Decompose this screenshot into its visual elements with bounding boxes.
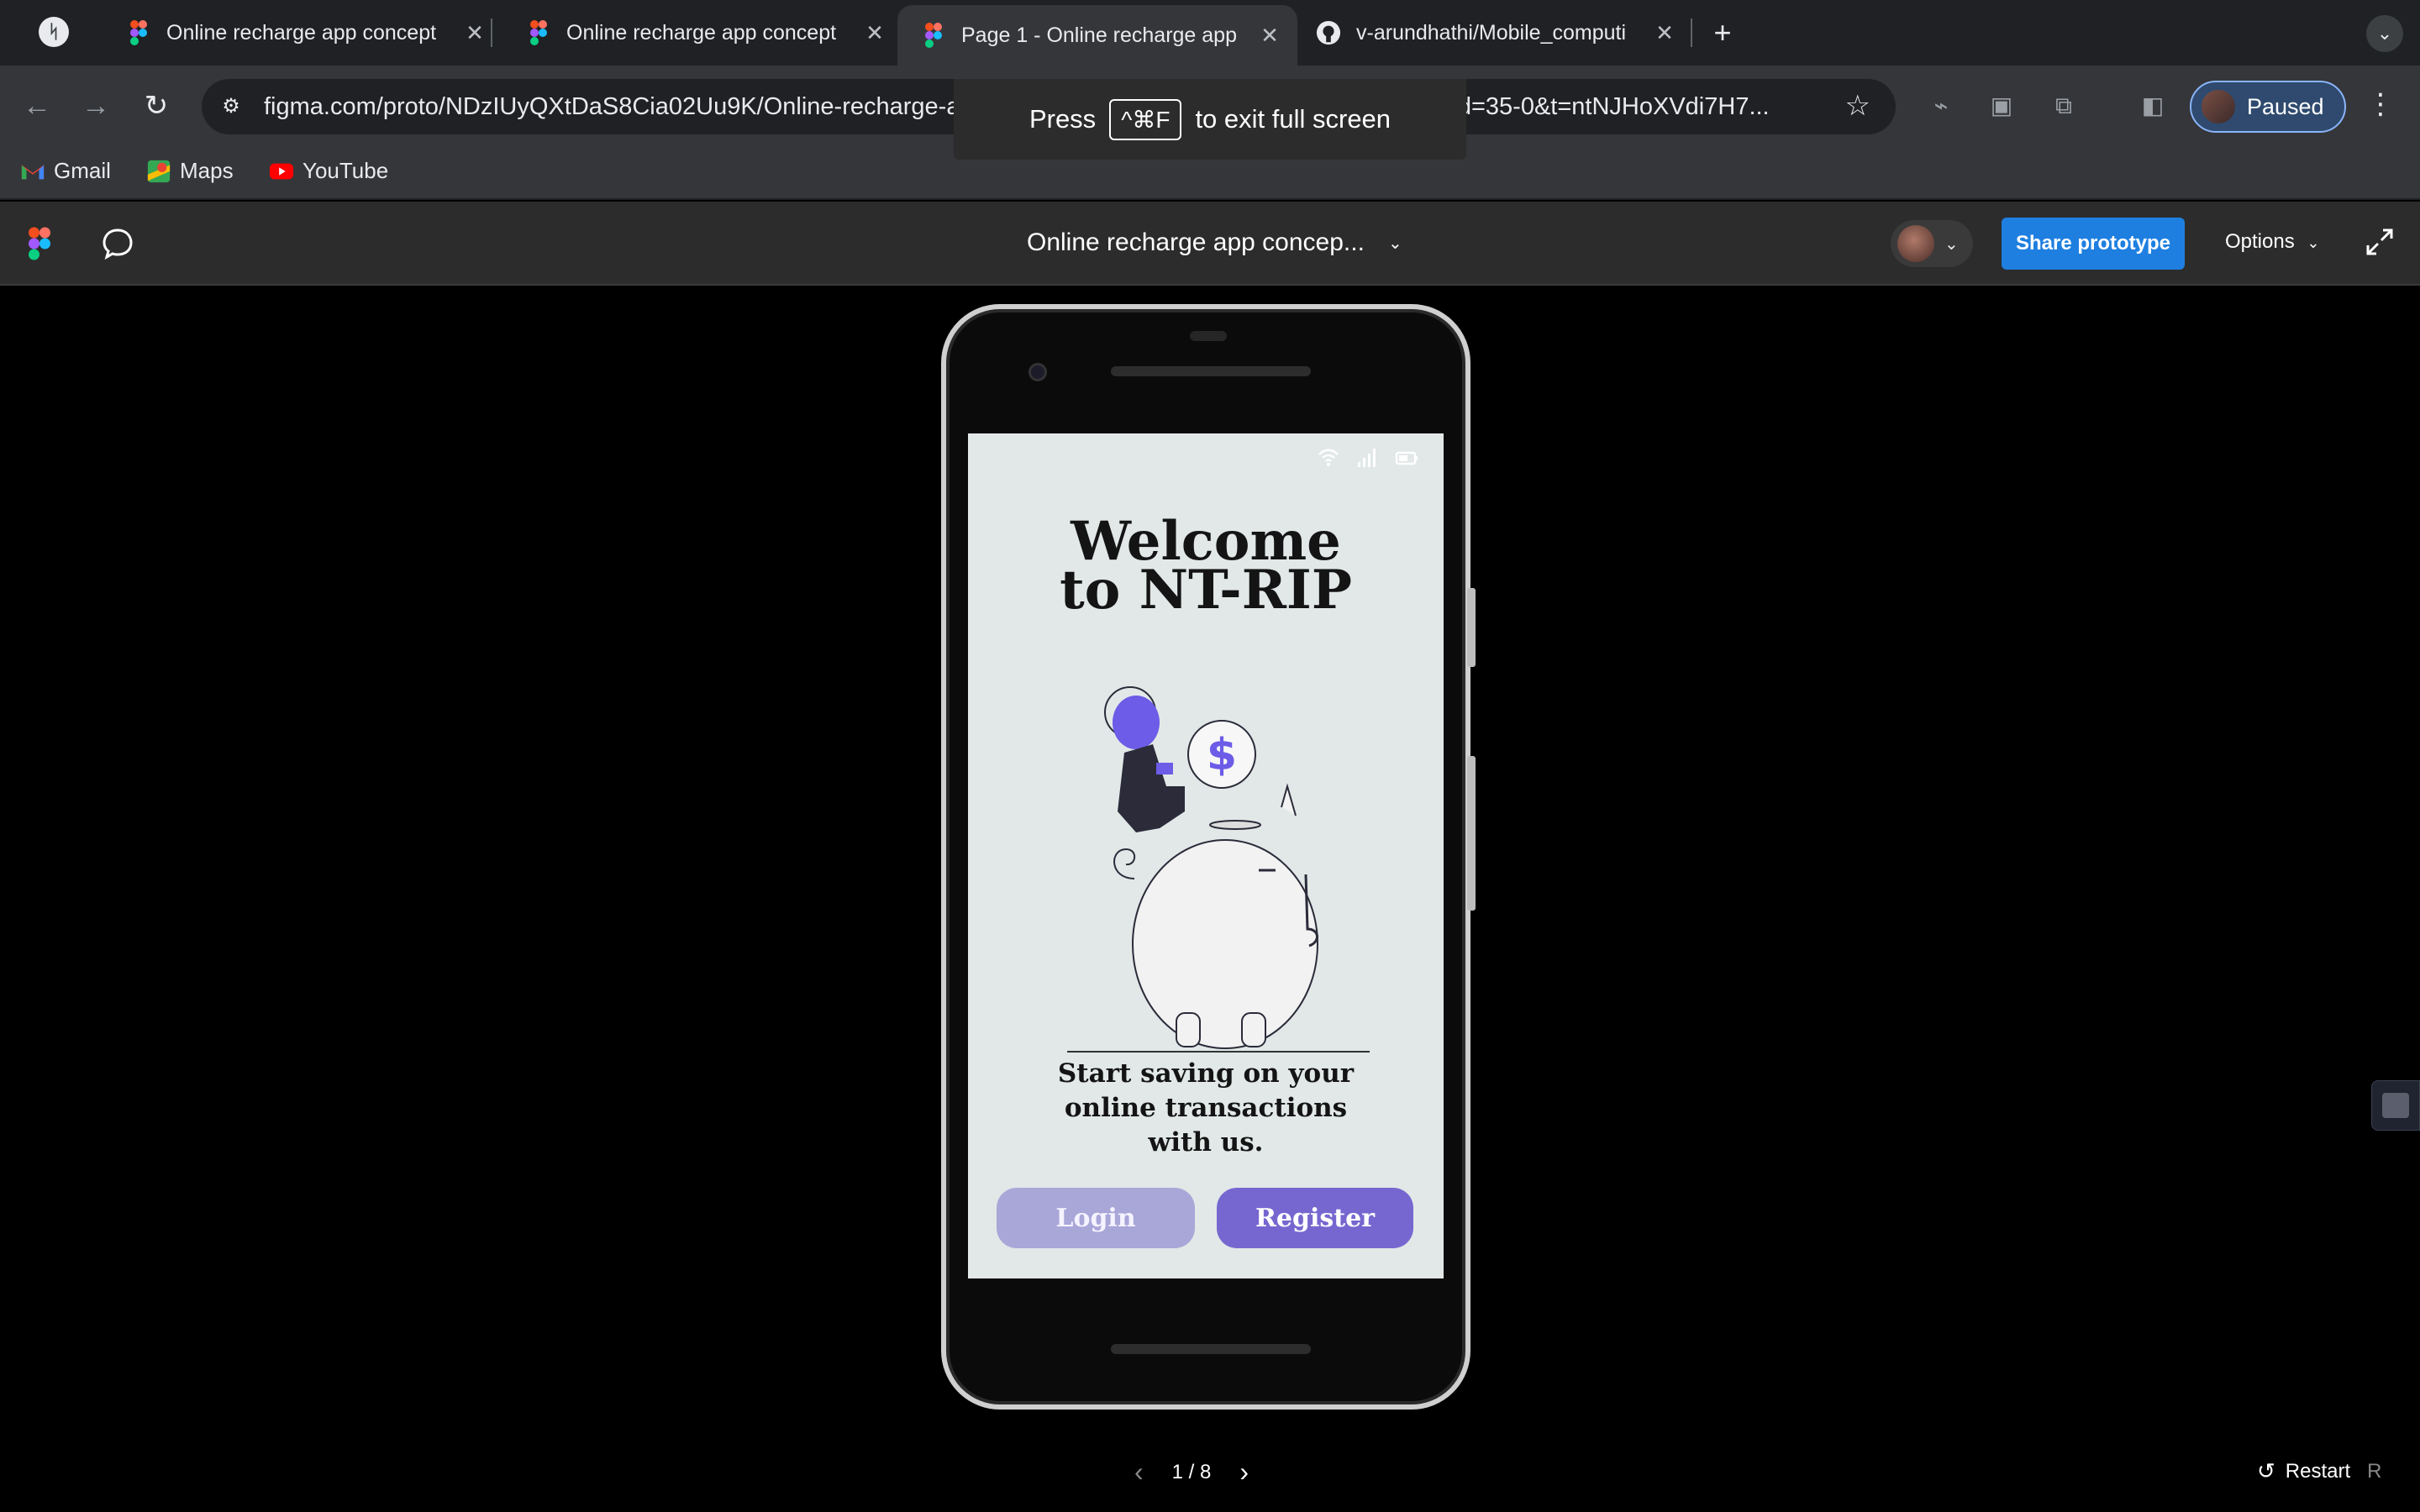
restart-shortcut: R [2367,1459,2382,1483]
fullscreen-notice: Press ^⌘F to exit full screen [954,79,1466,160]
phone-side-button [1467,588,1476,667]
notice-rest: to exit full screen [1195,104,1392,134]
tagline: Start saving on your online transactions… [968,1057,1444,1160]
status-bar [1318,447,1418,469]
register-button[interactable]: Register [1217,1188,1413,1248]
tagline-line-2: online transactions [1064,1093,1348,1123]
profile-status: Paused [2247,93,2324,119]
close-icon[interactable]: ✕ [460,20,489,46]
tab-divider [1691,18,1692,47]
tab-2[interactable]: Online recharge app concept ✕ [502,0,902,66]
tab-title: v-arundhathi/Mobile_computi [1356,20,1627,45]
profile-button[interactable]: Paused [2190,81,2346,133]
figma-icon [130,20,147,45]
new-tab-button[interactable]: + [1706,17,1739,50]
puzzle-icon[interactable]: ⧉ [2047,89,2081,123]
reload-button[interactable]: ↻ [138,87,175,124]
login-button[interactable]: Login [997,1188,1195,1248]
bookmark-youtube[interactable]: YouTube [269,158,388,184]
youtube-icon [269,163,294,179]
forward-button[interactable]: → [77,87,114,124]
github-icon [1316,20,1341,45]
camera-icon [1028,363,1047,381]
close-icon[interactable]: ✕ [1255,23,1284,49]
previous-frame-button[interactable]: ‹ [1134,1457,1144,1488]
app-screen: Welcome to NT-RIP $ Start saving on your… [968,433,1444,1278]
tagline-line-3: with us. [1148,1127,1264,1158]
options-label: Options [2225,230,2295,253]
bookmark-maps[interactable]: Maps [146,158,234,184]
tab-strip: ᛋ Online recharge app concept ✕ Online r… [0,0,2420,66]
extension-icon[interactable]: ⌁ [1924,89,1958,123]
avatar [1897,225,1934,262]
restart-icon: ↺ [2257,1458,2275,1483]
wifi-icon [1318,449,1339,466]
notice-keys: ^⌘F [1109,98,1182,140]
phone-sensor [1190,331,1227,341]
prototype-pager: ‹ 1 / 8 › [1134,1457,1249,1488]
gmail-icon [21,165,45,179]
menu-icon[interactable]: ⋮ [2366,87,2395,121]
coin-dollar-symbol: $ [1207,730,1237,780]
tagline-line-1: Start saving on your [1057,1058,1355,1089]
restart-label: Restart [2285,1459,2351,1483]
signal-icon [1358,449,1376,467]
battery-icon [1395,451,1418,465]
phone-side-button [1467,756,1476,911]
bookmark-label: YouTube [302,158,389,183]
chevron-down-icon: ⌄ [2307,234,2320,251]
figma-icon [530,20,547,45]
page-indicator: 1 / 8 [1171,1460,1212,1483]
next-frame-button[interactable]: › [1239,1457,1249,1488]
comment-icon[interactable] [101,227,134,260]
chevron-down-icon: ⌄ [1387,234,1402,253]
bookmark-gmail[interactable]: Gmail [20,158,111,184]
bookmark-star-icon[interactable]: ☆ [1845,89,1870,123]
file-title-dropdown[interactable]: Online recharge app concep... ⌄ [1027,228,1402,257]
maps-icon [147,160,171,182]
welcome-heading: Welcome to NT-RIP [968,515,1444,622]
welcome-line-2: to NT-RIP [1060,559,1352,622]
extension-icon [2382,1093,2409,1118]
tab-title: Page 1 - Online recharge app [961,23,1237,47]
side-extension-tab[interactable] [2371,1080,2420,1131]
file-title: Online recharge app concep... [1027,228,1365,256]
tab-search-button[interactable]: ⌄ [2366,15,2403,52]
avatar [2202,90,2235,123]
bookmark-label: Maps [180,158,234,183]
site-settings-icon[interactable]: ⚙ [217,92,245,121]
piggy-bank-illustration: $ [1067,686,1370,1053]
chevron-down-icon: ⌄ [1944,234,1959,254]
back-button[interactable]: ← [18,87,55,124]
restart-button[interactable]: ↺ Restart R [2257,1458,2382,1484]
notice-press: Press [1028,104,1097,134]
close-icon[interactable]: ✕ [1650,20,1679,46]
user-avatar-menu[interactable]: ⌄ [1891,220,1973,267]
figma-logo-icon[interactable] [29,227,50,260]
close-icon[interactable]: ✕ [860,20,889,46]
figma-header: Online recharge app concep... ⌄ ⌄ Share … [0,202,2420,286]
share-prototype-button[interactable]: Share prototype [2002,218,2185,270]
tab-title: Online recharge app concept [566,20,837,45]
tab-1[interactable]: Online recharge app concept ✕ [103,0,502,66]
expand-icon[interactable] [2363,225,2396,259]
phone-speaker [1111,1344,1311,1354]
extension-icon[interactable]: ▣ [1985,89,2018,123]
tab-3-active[interactable]: Page 1 - Online recharge app ✕ [897,5,1297,66]
figma-icon [925,23,942,48]
pinned-tab-icon[interactable]: ᛋ [39,17,69,47]
tab-4[interactable]: v-arundhathi/Mobile_computi ✕ [1292,0,1692,66]
side-panel-icon[interactable]: ◧ [2136,89,2170,123]
phone-speaker [1111,366,1311,376]
tab-divider [491,18,492,47]
bookmark-label: Gmail [54,158,111,183]
tab-title: Online recharge app concept [166,20,437,45]
options-menu[interactable]: Options ⌄ [2225,230,2319,254]
